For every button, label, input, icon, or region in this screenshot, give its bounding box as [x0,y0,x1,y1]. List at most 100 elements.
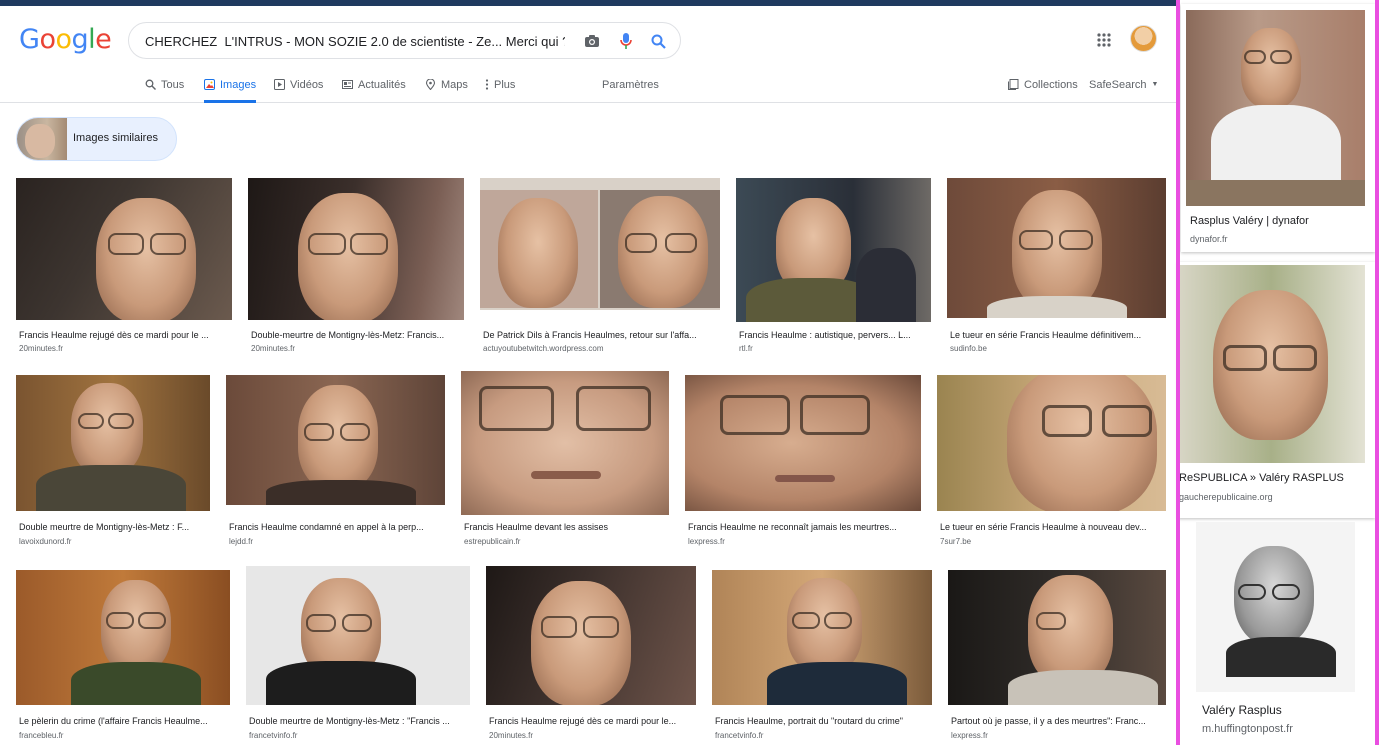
tab-label: Vidéos [290,78,324,91]
result-image[interactable] [248,178,464,320]
result-image[interactable] [16,178,232,320]
result-image[interactable] [947,178,1166,318]
panel-result-card[interactable]: ReSPUBLICA » Valéry RASPLUS gaucherepubl… [1178,262,1375,518]
result-source: francebleu.fr [19,731,64,740]
result-card[interactable]: Double meurtre de Montigny-lès-Metz : F.… [16,375,211,550]
panel-result-title[interactable]: ReSPUBLICA » Valéry RASPLUS [1179,472,1344,484]
tab-label: Tous [161,78,185,91]
similar-images-label: Images similaires [73,132,158,144]
collections-button[interactable]: Collections [1008,70,1078,103]
result-image[interactable] [246,566,470,705]
result-card[interactable]: Francis Heaulme devant les assises estre… [461,371,670,550]
result-image[interactable] [948,570,1166,705]
search-input[interactable] [145,29,565,53]
result-card[interactable]: Double-meurtre de Montigny-lès-Metz: Fra… [248,178,465,353]
result-image[interactable] [736,178,931,322]
more-vert-icon [485,79,489,90]
result-card[interactable]: Francis Heaulme condamné en appel à la p… [226,375,446,550]
result-card[interactable]: Francis Heaulme : autistique, pervers...… [736,178,932,353]
result-card[interactable]: Francis Heaulme rejugé dès ce mardi pour… [16,178,233,353]
result-image[interactable] [685,375,921,511]
google-logo[interactable]: Google [19,24,112,55]
result-source: estrepublicain.fr [464,537,521,546]
panel-result-card[interactable]: Valéry Rasplus m.huffingtonpost.fr [1196,522,1356,745]
search-icon[interactable] [647,30,669,52]
search-icon [145,79,156,90]
tab-images[interactable]: Images [204,70,257,103]
microphone-icon[interactable] [615,30,637,52]
tab-plus[interactable]: Plus [485,70,515,103]
panel-result-image[interactable] [1178,265,1365,463]
result-card[interactable]: Le tueur en série Francis Heaulme à nouv… [937,375,1167,550]
result-caption[interactable]: De Patrick Dils à Francis Heaulmes, reto… [483,330,719,340]
tab-tous[interactable]: Tous [145,70,184,103]
similar-images-chip[interactable]: Images similaires [16,117,177,161]
result-card[interactable]: Le tueur en série Francis Heaulme défini… [947,178,1167,353]
result-caption[interactable]: Francis Heaulme rejugé dès ce mardi pour… [489,716,695,726]
result-caption[interactable]: Francis Heaulme, portrait du "routard du… [715,716,931,726]
image-icon [204,79,215,90]
apps-grid-icon[interactable] [1097,33,1113,49]
map-pin-icon [425,79,436,90]
result-card[interactable]: Francis Heaulme rejugé dès ce mardi pour… [486,566,697,745]
result-source: 20minutes.fr [251,344,296,353]
result-caption[interactable]: Double meurtre de Montigny-lès-Metz : "F… [249,716,469,726]
account-avatar[interactable] [1130,25,1157,52]
tab-label: Actualités [358,78,406,91]
result-source: 20minutes.fr [19,344,64,353]
result-caption[interactable]: Francis Heaulme ne reconnaît jamais les … [688,522,920,532]
result-card[interactable]: Double meurtre de Montigny-lès-Metz : "F… [246,566,471,745]
result-caption[interactable]: Francis Heaulme : autistique, pervers...… [739,330,929,340]
panel-result-title[interactable]: Rasplus Valéry | dynafor [1190,215,1309,227]
result-caption[interactable]: Partout où je passe, il y a des meurtres… [951,716,1165,726]
tab-maps[interactable]: Maps [425,70,468,103]
result-image[interactable] [461,371,669,515]
result-caption[interactable]: Le tueur en série Francis Heaulme défini… [950,330,1164,340]
result-card[interactable]: Francis Heaulme ne reconnaît jamais les … [685,375,922,550]
tab-actualites[interactable]: Actualités [342,70,406,103]
tab-label: Plus [494,78,516,91]
result-image[interactable] [16,375,210,511]
tab-label: Maps [441,78,468,91]
result-card[interactable]: Partout où je passe, il y a des meurtres… [948,570,1167,745]
panel-highlight-right [1375,0,1379,745]
tab-videos[interactable]: Vidéos [274,70,323,103]
tab-parametres[interactable]: Paramètres [602,70,659,103]
result-source: lejdd.fr [229,537,254,546]
result-caption[interactable]: Francis Heaulme rejugé dès ce mardi pour… [19,330,229,340]
result-caption[interactable]: Francis Heaulme devant les assises [464,522,668,532]
result-source: 20minutes.fr [489,731,534,740]
result-source: rtl.fr [739,344,753,353]
camera-icon[interactable] [581,30,603,52]
result-caption[interactable]: Double meurtre de Montigny-lès-Metz : F.… [19,522,209,532]
safesearch-dropdown[interactable]: SafeSearch ▼ [1089,70,1158,103]
result-image[interactable] [480,178,720,310]
result-caption[interactable]: Le pèlerin du crime (l'affaire Francis H… [19,716,229,726]
result-image[interactable] [486,566,696,705]
result-source: lavoixdunord.fr [19,537,72,546]
result-image[interactable] [226,375,445,505]
header: Google Tous Images Vidéos [0,6,1176,103]
bookmark-collection-icon [1008,79,1019,90]
result-image[interactable] [16,570,230,705]
result-source: lexpress.fr [951,731,988,740]
panel-result-image[interactable] [1196,522,1355,692]
result-caption[interactable]: Double-meurtre de Montigny-lès-Metz: Fra… [251,330,463,340]
result-source: francetvinfo.fr [715,731,764,740]
result-image[interactable] [712,570,932,705]
result-source: francetvinfo.fr [249,731,298,740]
panel-result-source: m.huffingtonpost.fr [1202,723,1293,735]
search-tabs: Tous Images Vidéos Actualités Maps Plus … [0,70,1176,103]
panel-result-image[interactable] [1186,10,1365,206]
tab-label: Images [220,78,257,91]
caret-down-icon: ▼ [1151,81,1159,88]
panel-result-title[interactable]: Valéry Rasplus [1202,703,1282,717]
result-caption[interactable]: Francis Heaulme condamné en appel à la p… [229,522,443,532]
result-card[interactable]: De Patrick Dils à Francis Heaulmes, reto… [480,178,721,353]
result-card[interactable]: Francis Heaulme, portrait du "routard du… [712,570,933,745]
result-card[interactable]: Le pèlerin du crime (l'affaire Francis H… [16,570,231,745]
panel-result-source: gaucherepublicaine.org [1179,492,1273,502]
panel-result-card[interactable]: Rasplus Valéry | dynafor dynafor.fr [1181,4,1375,252]
result-image[interactable] [937,375,1166,511]
result-caption[interactable]: Le tueur en série Francis Heaulme à nouv… [940,522,1166,532]
